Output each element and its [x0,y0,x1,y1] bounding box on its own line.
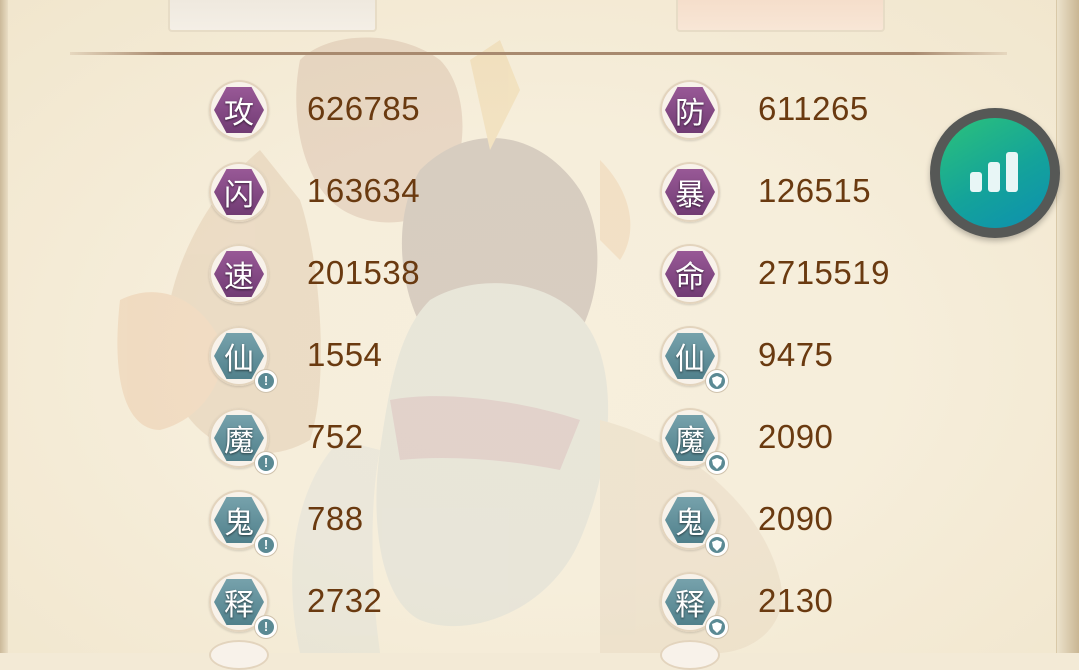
crit-icon: 暴 [660,162,720,222]
ghost-defense-value: 2090 [758,500,834,537]
immortal-attack-icon: 仙 ! [209,326,277,392]
stat-ghost-defense: 鬼 2090 [660,490,920,556]
defense-value: 611265 [758,90,869,127]
hp-value: 2715519 [758,254,890,291]
defense-shield-icon [706,616,728,638]
speed-icon-glyph: 速 [214,251,264,297]
defense-icon-glyph: 防 [665,87,715,133]
attack-exclamation-icon: ! [255,616,277,638]
immortal-defense-icon: 仙 [660,326,728,392]
demon-attack-icon: 魔 ! [209,408,277,474]
stat-ghost-attack: 鬼 ! 788 [209,490,469,556]
hp-icon-glyph: 命 [665,251,715,297]
speed-icon: 速 [209,244,269,304]
buddha-defense-icon: 释 [660,572,728,638]
attack-exclamation-icon: ! [255,452,277,474]
crit-icon-glyph: 暴 [665,169,715,215]
defense-shield-icon [706,534,728,556]
stat-immortal-attack: 仙 ! 1554 [209,326,469,392]
ghost-attack-value: 788 [307,500,364,537]
stat-crit: 暴 126515 [660,162,920,222]
attack-icon: 攻 [209,80,269,140]
ghost-defense-icon: 鬼 [660,490,728,556]
demon-defense-value: 2090 [758,418,834,455]
next-stat-badge-partial [209,640,269,670]
speed-value: 201538 [307,254,421,291]
stats-grid: 攻 626785 闪 163634 速 201538 仙 ! 1554 魔 ! … [0,0,1079,670]
stats-panel: 攻 626785 闪 163634 速 201538 仙 ! 1554 魔 ! … [0,0,1079,670]
bar-chart-icon [970,152,1018,192]
dodge-value: 163634 [307,172,421,209]
attack-exclamation-icon: ! [255,370,277,392]
buddha-defense-value: 2130 [758,582,834,619]
ghost-attack-icon: 鬼 ! [209,490,277,556]
attack-value: 626785 [307,90,421,127]
defense-shield-icon [706,370,728,392]
crit-value: 126515 [758,172,872,209]
defense-shield-icon [706,452,728,474]
stat-demon-attack: 魔 ! 752 [209,408,469,474]
attack-icon-glyph: 攻 [214,87,264,133]
stat-attack: 攻 626785 [209,80,469,140]
defense-icon: 防 [660,80,720,140]
stat-buddha-defense: 释 2130 [660,572,920,638]
stat-speed: 速 201538 [209,244,469,304]
stat-demon-defense: 魔 2090 [660,408,920,474]
dodge-icon-glyph: 闪 [214,169,264,215]
attack-exclamation-icon: ! [255,534,277,556]
stat-buddha-attack: 释 ! 2732 [209,572,469,638]
immortal-defense-value: 9475 [758,336,834,373]
dodge-icon: 闪 [209,162,269,222]
stat-defense: 防 611265 [660,80,920,140]
buddha-attack-value: 2732 [307,582,383,619]
hp-icon: 命 [660,244,720,304]
demon-defense-icon: 魔 [660,408,728,474]
next-stat-badge-partial [660,640,720,670]
immortal-attack-value: 1554 [307,336,383,373]
stats-chart-button[interactable] [930,108,1060,238]
stat-dodge: 闪 163634 [209,162,469,222]
demon-attack-value: 752 [307,418,364,455]
stat-immortal-defense: 仙 9475 [660,326,920,392]
buddha-attack-icon: 释 ! [209,572,277,638]
stat-hp: 命 2715519 [660,244,920,304]
